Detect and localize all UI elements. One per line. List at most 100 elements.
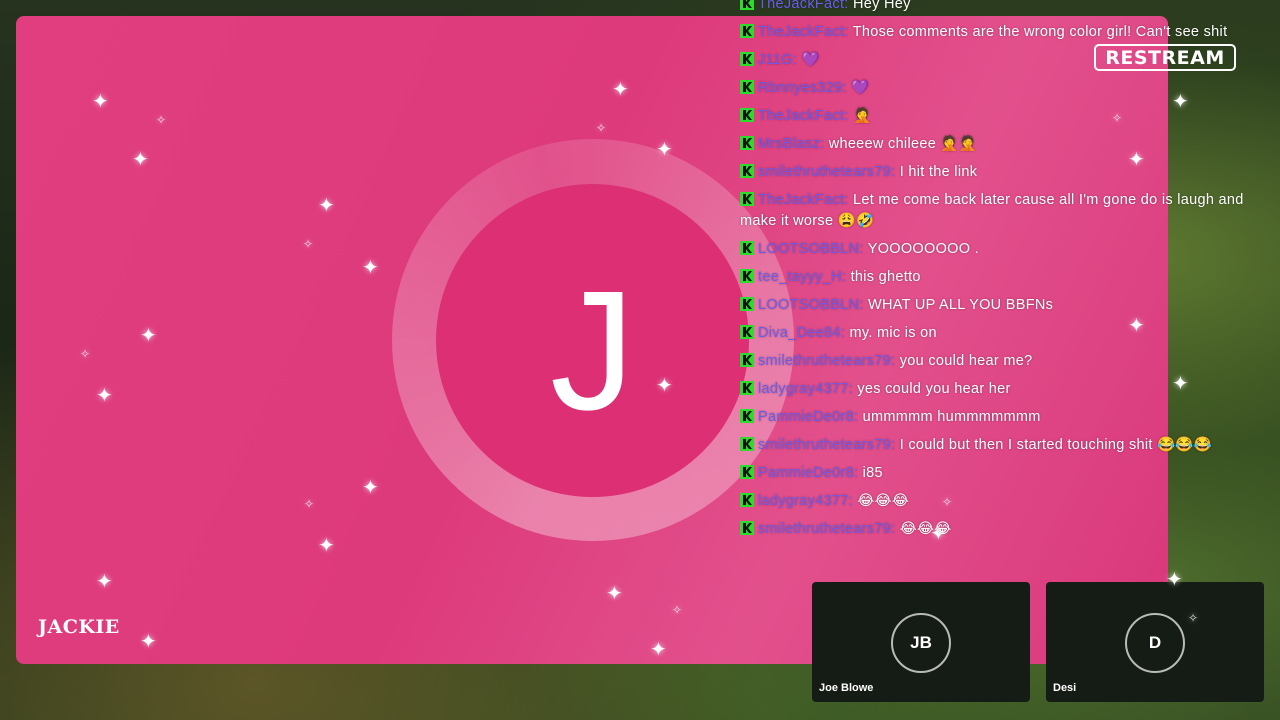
sparkle-icon: ✦ — [140, 631, 157, 653]
kick-icon — [740, 297, 754, 311]
kick-icon — [740, 241, 754, 255]
chat-message: TheJackFact: Let me come back later caus… — [740, 190, 1260, 232]
chat-username: smilethruthetears79: — [758, 164, 896, 180]
kick-icon — [740, 136, 754, 150]
chat-text: 💜 — [801, 52, 820, 68]
chat-text: WHAT UP ALL YOU BBFNs — [867, 297, 1054, 313]
chat-text: 💜 — [851, 80, 870, 96]
kick-icon — [740, 269, 754, 283]
kick-icon — [740, 493, 754, 507]
chat-username: TheJackFact: — [758, 24, 849, 40]
chat-message: MrsBlasz: wheeew chileee 🤦🤦 — [740, 134, 1260, 155]
kick-icon — [740, 353, 754, 367]
chat-message: tee_tayyy_H: this ghetto — [740, 267, 1260, 288]
kick-icon — [740, 108, 754, 122]
sparkle-icon: ✦ — [1172, 91, 1189, 113]
chat-text: Hey Hey — [852, 0, 911, 12]
chat-text: I hit the link — [899, 164, 978, 180]
kick-icon — [740, 24, 754, 38]
chat-message: TheJackFact: Hey Hey — [740, 0, 1260, 15]
kick-icon — [740, 437, 754, 451]
sparkle-icon: ✦ — [140, 325, 157, 347]
chat-text: I could but then I started touching shit… — [899, 437, 1213, 453]
kick-icon — [740, 325, 754, 339]
chat-text: 🤦 — [852, 108, 872, 124]
kick-icon — [740, 192, 754, 206]
chat-message: smilethruthetears79: you could hear me? — [740, 351, 1260, 372]
chat-message: LOOTSOBBLN: YOOOOOOOO . — [740, 239, 1260, 260]
sparkle-icon: ✧ — [672, 603, 683, 617]
chat-username: PammieDe0r8: — [758, 465, 859, 481]
chat-username: TheJackFact: — [758, 108, 849, 124]
chat-message: Diva_Dee84: my. mic is on — [740, 323, 1260, 344]
chat-username: MrsBlasz: — [758, 136, 825, 152]
chat-text: wheeew chileee 🤦🤦 — [828, 136, 978, 152]
sparkle-icon: ✦ — [606, 583, 623, 605]
kick-icon — [740, 465, 754, 479]
chat-message: PammieDe0r8: i85 — [740, 463, 1260, 484]
chat-text: ummmmm hummmmmmm — [862, 409, 1041, 425]
sparkle-icon: ✧ — [303, 237, 314, 251]
guest-name: Desi — [1053, 682, 1077, 694]
avatar-initial: J — [550, 255, 635, 446]
chat-message: smilethruthetears79: 😂😂😂 — [740, 519, 1260, 540]
chat-message: smilethruthetears79: I could but then I … — [740, 435, 1260, 456]
sparkle-icon: ✦ — [1166, 569, 1183, 591]
chat-message: J11G: 💜 — [740, 50, 1260, 71]
chat-username: Rbnnyes329: — [758, 80, 847, 96]
guest-tile[interactable]: D Desi — [1046, 582, 1264, 702]
sparkle-icon: ✦ — [612, 79, 629, 101]
guest-avatar: JB — [891, 613, 951, 673]
chat-username: smilethruthetears79: — [758, 521, 896, 537]
host-name-tag: JACKIE — [38, 616, 120, 638]
chat-message: smilethruthetears79: I hit the link — [740, 162, 1260, 183]
sparkle-icon: ✦ — [1172, 373, 1189, 395]
sparkle-icon: ✧ — [1188, 611, 1199, 625]
sparkle-icon: ✧ — [304, 497, 315, 511]
chat-username: ladygray4377: — [758, 381, 853, 397]
chat-username: LOOTSOBBLN: — [758, 241, 864, 257]
chat-text: 😂😂😂 — [857, 493, 910, 509]
sparkle-icon: ✦ — [650, 639, 667, 661]
chat-text: yes could you hear her — [857, 381, 1011, 397]
chat-username: TheJackFact: — [758, 192, 849, 208]
chat-text: YOOOOOOOO . — [867, 241, 979, 257]
kick-icon — [740, 52, 754, 66]
chat-text: Those comments are the wrong color girl!… — [852, 24, 1228, 40]
chat-username: TheJackFact: — [758, 0, 849, 12]
kick-icon — [740, 0, 754, 10]
chat-text: this ghetto — [850, 269, 921, 285]
guest-avatar: D — [1125, 613, 1185, 673]
sparkle-icon: ✦ — [318, 195, 335, 217]
chat-message: ladygray4377: 😂😂😂 — [740, 491, 1260, 512]
chat-message: PammieDe0r8: ummmmm hummmmmmm — [740, 407, 1260, 428]
chat-text: my. mic is on — [849, 325, 937, 341]
chat-message: LOOTSOBBLN: WHAT UP ALL YOU BBFNs — [740, 295, 1260, 316]
sparkle-icon: ✦ — [656, 139, 673, 161]
sparkle-icon: ✦ — [96, 385, 113, 407]
chat-overlay: TheJackFact: Hey Hey TheJackFact: Those … — [740, 0, 1260, 547]
sparkle-icon: ✧ — [80, 347, 91, 361]
host-avatar: J — [436, 184, 749, 497]
chat-message: TheJackFact: Those comments are the wron… — [740, 22, 1260, 43]
kick-icon — [740, 164, 754, 178]
sparkle-icon: ✧ — [156, 113, 167, 127]
chat-username: LOOTSOBBLN: — [758, 297, 864, 313]
chat-username: smilethruthetears79: — [758, 353, 896, 369]
sparkle-icon: ✦ — [362, 257, 379, 279]
chat-username: smilethruthetears79: — [758, 437, 896, 453]
chat-username: tee_tayyy_H: — [758, 269, 847, 285]
sparkle-icon: ✧ — [596, 121, 607, 135]
kick-icon — [740, 521, 754, 535]
chat-text: 😂😂😂 — [899, 521, 952, 537]
sparkle-icon: ✦ — [362, 477, 379, 499]
sparkle-icon: ✦ — [96, 571, 113, 593]
kick-icon — [740, 381, 754, 395]
chat-text: i85 — [862, 465, 883, 481]
sparkle-icon: ✦ — [132, 149, 149, 171]
kick-icon — [740, 80, 754, 94]
sparkle-icon: ✦ — [318, 535, 335, 557]
guest-tile[interactable]: JB Joe Blowe — [812, 582, 1030, 702]
kick-icon — [740, 409, 754, 423]
chat-username: PammieDe0r8: — [758, 409, 859, 425]
